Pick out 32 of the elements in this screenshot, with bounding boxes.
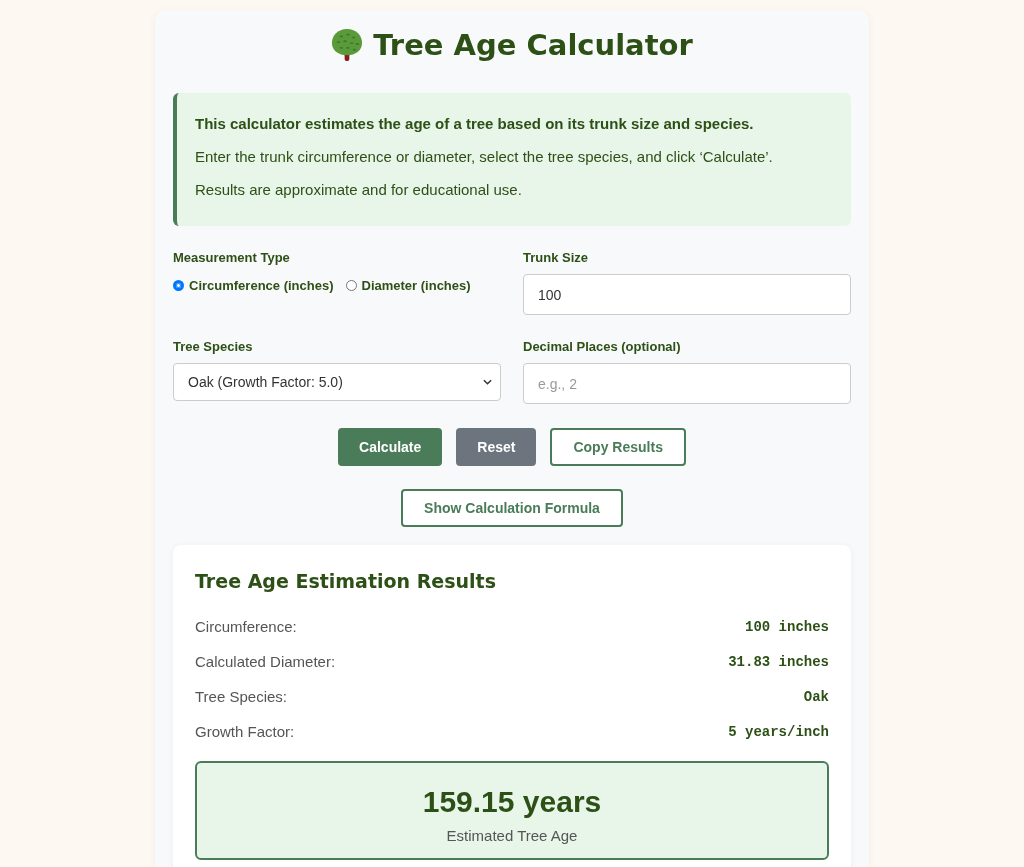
result-label: Tree Species: [195, 688, 287, 705]
result-value: 31.83 inches [728, 653, 829, 670]
result-label: Calculated Diameter: [195, 653, 336, 670]
estimated-age-caption: Estimated Tree Age [445, 827, 579, 844]
decimal-places-input[interactable]: e.g., 2 [523, 363, 851, 404]
results-title: Tree Age Estimation Results [195, 569, 497, 594]
calculate-button[interactable]: Calculate [338, 428, 443, 466]
field-label: Measurement Type [173, 250, 291, 266]
show-formula-button[interactable]: Show Calculation Formula [401, 489, 623, 527]
radio-option[interactable]: Diameter (inches) [345, 278, 471, 293]
estimated-age-value: 159.15 years [421, 784, 603, 820]
field-label: Tree Species [173, 339, 254, 355]
field-label: Decimal Places (optional) [523, 339, 682, 355]
tree-icon [331, 28, 364, 62]
intro-text: Results are approximate and for educational use. [195, 180, 523, 200]
result-label: Circumference: [195, 618, 297, 635]
result-value: 100 inches [745, 618, 829, 635]
radio-icon[interactable] [173, 280, 184, 291]
radio-icon[interactable] [345, 280, 357, 291]
result-value: Oak [803, 688, 829, 705]
field-label: Trunk Size [523, 250, 590, 266]
result-label: Growth Factor: [195, 723, 295, 740]
result-value: 5 years/inch [728, 723, 829, 740]
chevron-down-icon [483, 379, 492, 385]
trunk-size-input[interactable]: 100 [523, 274, 851, 315]
species-select[interactable]: Oak (Growth Factor: 5.0) [173, 363, 501, 401]
radio-option[interactable]: Circumference (inches) [173, 278, 334, 293]
page-title: Tree Age Calculator [373, 28, 693, 62]
intro-lead: This calculator estimates the age of a tree based on its trunk size and species. [195, 114, 755, 134]
reset-button[interactable]: Reset [456, 428, 537, 466]
intro-text: Enter the trunk circumference or diameter, select the tree species, and click ‘Calculate’. [195, 147, 774, 167]
copy-results-button[interactable]: Copy Results [550, 428, 686, 466]
